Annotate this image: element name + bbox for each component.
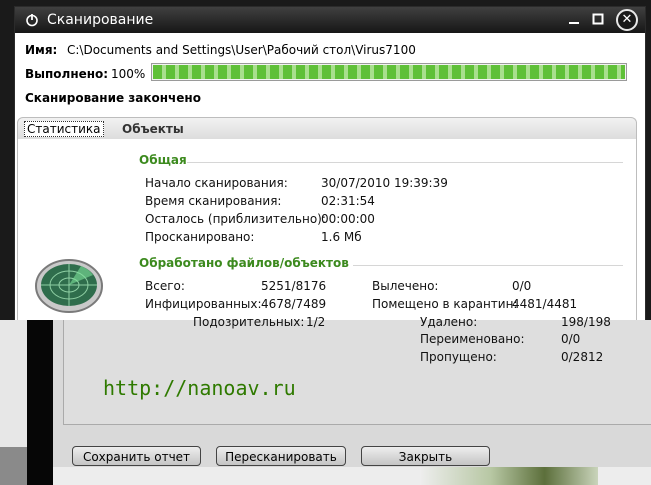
background-image-fragment [420,467,598,485]
stat-value: 00:00:00 [321,212,375,226]
stat-value: 30/07/2010 19:39:39 [321,176,448,190]
stat-label: Вылечено: [372,279,439,293]
close-window-button[interactable]: ✕ [616,9,638,31]
scan-status: Сканирование закончено [25,91,201,105]
maximize-button[interactable] [591,13,605,27]
stat-value: 4678/7489 [261,297,327,311]
scan-window: Сканирование ✕ Имя: C:\Documents and Set… [14,6,646,322]
stat-label: Осталось (приблизительно): [145,212,326,226]
name-value: C:\Documents and Settings\User\Рабочий с… [67,43,416,57]
section-divider [187,162,623,163]
stat-value: 4481/4481 [512,297,578,311]
background-window-strip [0,320,27,447]
close-button[interactable]: Закрыть [361,446,490,466]
stat-label: Переименовано: [420,332,525,346]
done-label: Выполнено: [25,67,109,81]
minimize-icon [569,22,579,24]
stat-label: Инфицированных: [145,297,262,311]
stat-value: 5251/8176 [261,279,327,293]
save-report-button[interactable]: Сохранить отчет [72,446,201,466]
stat-label: Удалено: [420,315,478,329]
stat-label: Пропущено: [420,350,497,364]
stat-label: Просканировано: [145,230,255,244]
progress-bar [151,63,627,81]
lower-overlay: Подозрительных: 1/2 Удалено: 198/198 Пер… [0,315,651,485]
stat-value: 0/0 [561,332,581,346]
title-bar[interactable]: Сканирование ✕ [15,7,645,33]
stat-value: 0/2812 [561,350,604,364]
stat-label: Всего: [145,279,185,293]
stat-label: Подозрительных: [193,315,305,329]
stat-value: 02:31:54 [321,194,375,208]
stat-label: Время сканирования: [145,194,282,208]
watermark-url: http://nanoav.ru [103,376,296,400]
section-divider [353,265,623,266]
done-value: 100% [111,67,146,81]
report-panel: Подозрительных: 1/2 Удалено: 198/198 Пер… [53,315,651,485]
stat-value: 1/2 [306,315,326,329]
stat-label: Помещено в карантин: [372,297,518,311]
stat-value: 1.6 Мб [321,230,362,244]
dark-band [27,320,53,485]
stat-value: 198/198 [561,315,611,329]
stat-label: Начало сканирования: [145,176,288,190]
tab-bar: Статистика Объекты [17,117,637,140]
section-general-title: Общая [139,153,187,167]
radar-icon [35,259,103,313]
power-icon [26,14,38,27]
progress-fill [153,65,625,79]
maximize-icon [592,13,604,25]
close-icon: ✕ [621,12,633,27]
tab-statistics[interactable]: Статистика [24,121,104,137]
name-label: Имя: [25,43,58,57]
tab-objects[interactable]: Объекты [122,122,184,136]
section-processed-title: Обработано файлов/объектов [139,256,349,270]
rescan-button[interactable]: Пересканировать [216,446,346,466]
minimize-button[interactable] [567,13,581,27]
stat-value: 0/0 [512,279,532,293]
window-title: Сканирование [47,12,154,28]
